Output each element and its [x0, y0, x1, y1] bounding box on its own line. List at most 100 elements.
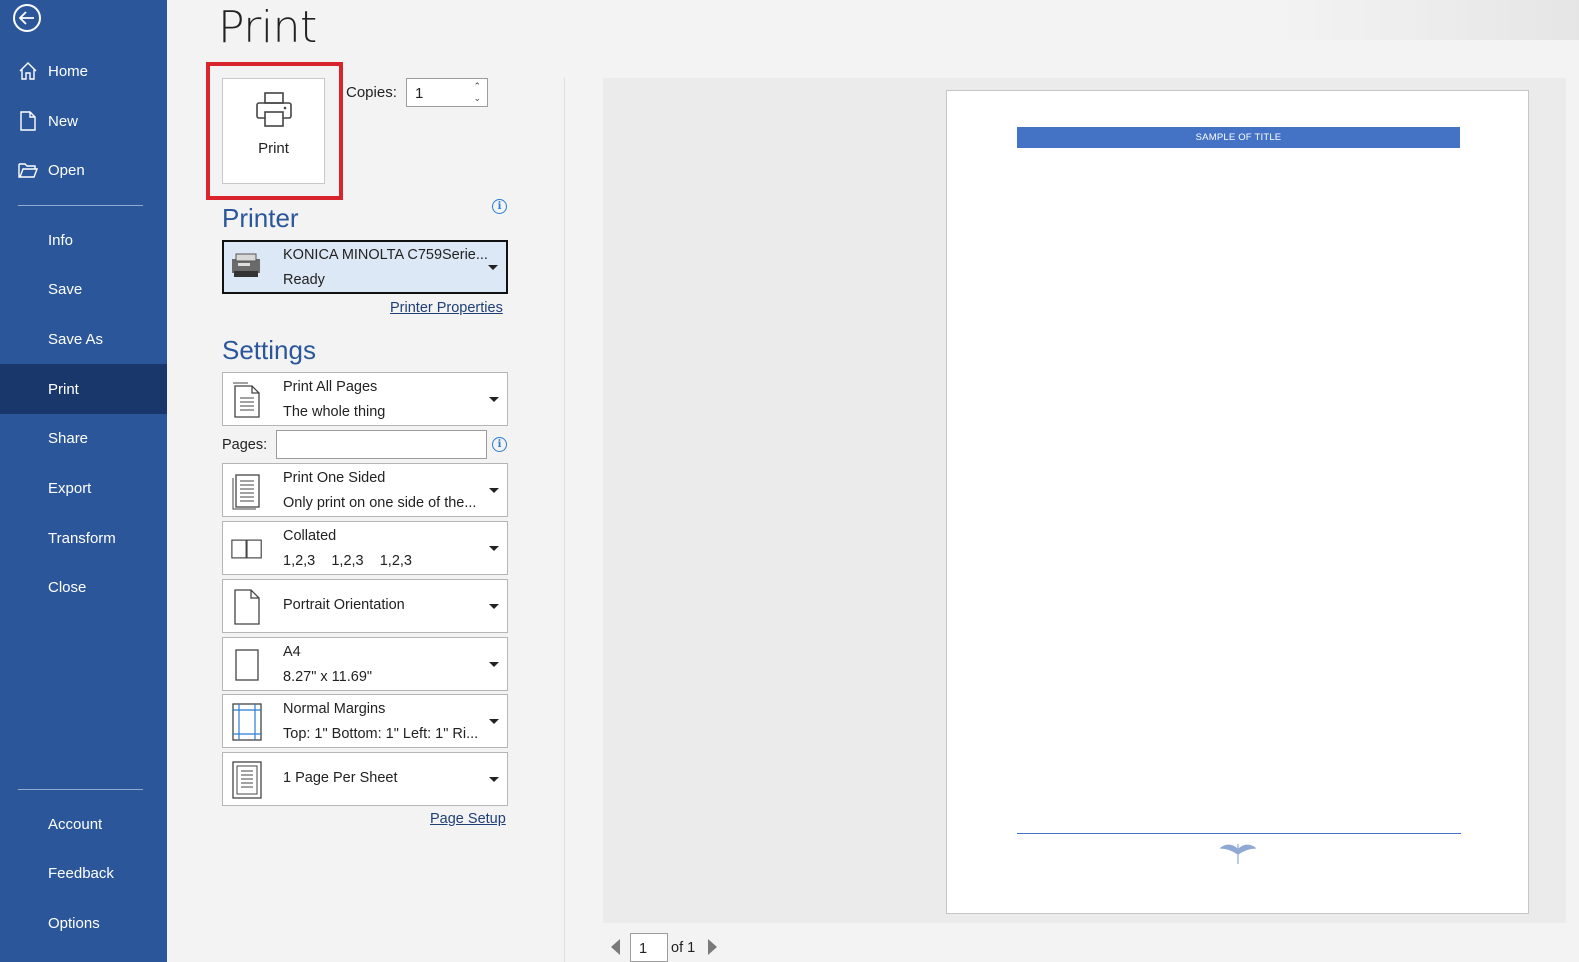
chevron-down-icon [489, 604, 499, 609]
printer-dropdown[interactable]: KONICA MINOLTA C759Serie... Ready [222, 240, 508, 294]
chevron-down-icon [489, 662, 499, 667]
printer-status: Ready [283, 272, 325, 288]
next-page-icon[interactable] [707, 938, 719, 961]
nav-export[interactable]: Export [0, 463, 167, 513]
paper-size-icon [231, 646, 263, 684]
back-arrow-icon[interactable] [13, 4, 41, 32]
chevron-down-icon [488, 265, 498, 270]
sides-desc: Only print on one side of the... [283, 495, 477, 511]
nav-feedback[interactable]: Feedback [0, 848, 167, 898]
nav-info[interactable]: Info [0, 215, 167, 265]
footer-ornament-icon [1219, 840, 1257, 871]
chevron-down-icon [489, 546, 499, 551]
document-title-bar: SAMPLE OF TITLE [1017, 127, 1460, 148]
nav-home-label: Home [48, 62, 89, 80]
nav-info-label: Info [48, 231, 74, 249]
margins-icon [231, 703, 263, 741]
orientation-dropdown[interactable]: Portrait Orientation [222, 579, 508, 633]
preview-page: SAMPLE OF TITLE [946, 90, 1529, 914]
copies-label: Copies: [346, 84, 397, 101]
nav-print[interactable]: Print [0, 364, 167, 414]
nav-transform-label: Transform [48, 529, 116, 547]
nav-close-label: Close [48, 578, 87, 596]
nav-account[interactable]: Account [0, 799, 167, 849]
copies-value: 1 [415, 85, 424, 102]
sidebar-divider [18, 205, 143, 206]
portrait-page-icon [231, 588, 263, 626]
info-icon[interactable]: i [492, 199, 507, 214]
nav-save-as-label: Save As [48, 330, 104, 348]
pages-label: Pages: [222, 437, 268, 453]
paper-size-dropdown[interactable]: A4 8.27" x 11.69" [222, 637, 508, 691]
collate-dropdown[interactable]: Collated 1,2,3 1,2,3 1,2,3 [222, 521, 508, 575]
nav-home[interactable]: Home [0, 46, 167, 96]
printer-icon [254, 91, 294, 134]
collate-desc: 1,2,3 1,2,3 1,2,3 [283, 553, 412, 569]
collate-title: Collated [283, 528, 337, 544]
settings-heading: Settings [222, 335, 316, 365]
home-icon [18, 61, 38, 81]
nav-share[interactable]: Share [0, 413, 167, 463]
orientation-title: Portrait Orientation [283, 597, 405, 613]
page-title: Print [218, 2, 317, 53]
sidebar-divider [18, 789, 143, 790]
open-folder-icon [18, 160, 38, 180]
margins-desc: Top: 1" Bottom: 1" Left: 1" Ri... [283, 726, 479, 742]
collated-icon [231, 530, 263, 568]
new-document-icon [18, 111, 38, 131]
page-setup-link[interactable]: Page Setup [430, 811, 506, 827]
nav-options-label: Options [48, 914, 100, 932]
nav-open-label: Open [48, 161, 85, 179]
footer-line [1017, 833, 1461, 834]
nav-export-label: Export [48, 479, 92, 497]
paper-size-desc: 8.27" x 11.69" [283, 669, 373, 685]
page-number-input[interactable]: 1 [630, 933, 668, 962]
nav-print-label: Print [48, 380, 79, 398]
sides-dropdown[interactable]: Print One Sided Only print on one side o… [222, 463, 508, 517]
info-icon[interactable]: i [492, 437, 507, 452]
chevron-down-icon [489, 488, 499, 493]
sides-title: Print One Sided [283, 470, 386, 486]
printer-device-icon [228, 251, 264, 286]
margins-title: Normal Margins [283, 701, 386, 717]
nav-new[interactable]: New [0, 96, 167, 146]
pages-input[interactable] [276, 430, 487, 459]
nav-feedback-label: Feedback [48, 864, 114, 882]
header-decoration [1279, 0, 1579, 40]
chevron-down-icon [489, 397, 499, 402]
print-range-title: Print All Pages [283, 379, 378, 395]
nav-new-label: New [48, 112, 79, 130]
print-button-label: Print [258, 140, 289, 157]
copies-stepper[interactable]: 1 ⌃ ⌄ [406, 78, 488, 107]
backstage-sidebar: Home New Open Info Save Save As Print Sh… [0, 0, 167, 962]
chevron-down-icon [489, 719, 499, 724]
nav-close[interactable]: Close [0, 562, 167, 612]
margins-dropdown[interactable]: Normal Margins Top: 1" Bottom: 1" Left: … [222, 694, 508, 748]
paper-size-title: A4 [283, 644, 301, 660]
page-per-sheet-icon [231, 761, 263, 799]
nav-open[interactable]: Open [0, 145, 167, 195]
print-pages-icon [231, 381, 263, 419]
print-range-desc: The whole thing [283, 404, 386, 420]
nav-transform[interactable]: Transform [0, 513, 167, 563]
spin-arrows-icon[interactable]: ⌃ ⌄ [473, 80, 481, 104]
nav-options[interactable]: Options [0, 898, 167, 948]
pages-per-sheet-dropdown[interactable]: 1 Page Per Sheet [222, 752, 508, 806]
chevron-down-icon [489, 777, 499, 782]
print-range-dropdown[interactable]: Print All Pages The whole thing [222, 372, 508, 426]
print-button[interactable]: Print [222, 78, 325, 184]
page-count-label: of 1 [671, 940, 696, 956]
previous-page-icon[interactable] [609, 938, 621, 961]
pages-per-sheet-title: 1 Page Per Sheet [283, 770, 398, 786]
nav-account-label: Account [48, 815, 103, 833]
printer-name: KONICA MINOLTA C759Serie... [283, 247, 488, 263]
panel-separator [564, 78, 565, 962]
printer-heading: Printer [222, 203, 299, 233]
nav-save-as[interactable]: Save As [0, 314, 167, 364]
nav-save[interactable]: Save [0, 264, 167, 314]
print-button-highlight: Print [206, 62, 343, 200]
one-sided-icon [231, 472, 263, 510]
nav-save-label: Save [48, 280, 83, 298]
nav-share-label: Share [48, 429, 89, 447]
printer-properties-link[interactable]: Printer Properties [390, 300, 503, 316]
